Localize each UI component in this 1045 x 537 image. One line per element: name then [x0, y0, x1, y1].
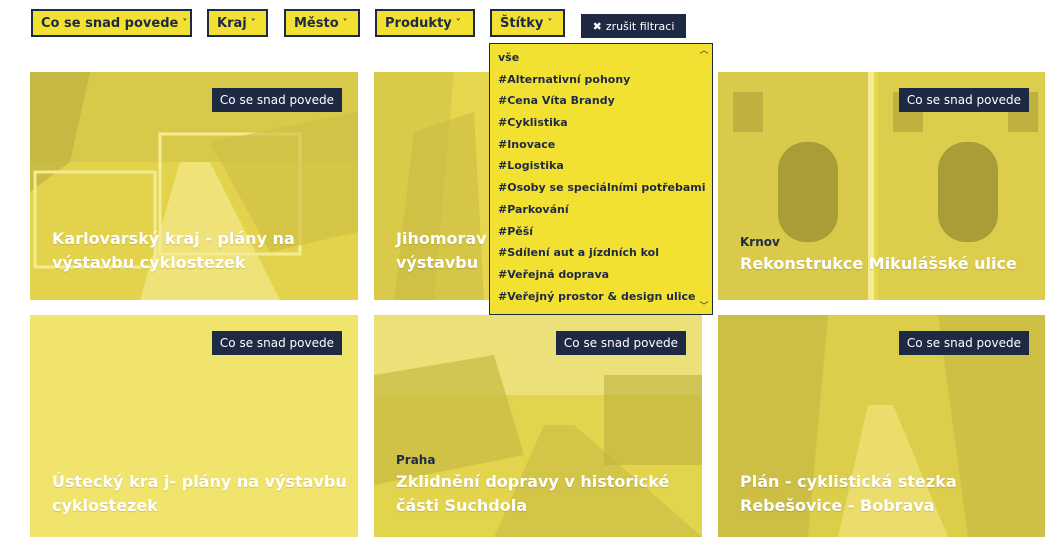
category-badge: Co se snad povede [211, 88, 342, 112]
article-title[interactable]: Rekonstrukce Mikulášské ulice [740, 252, 1035, 276]
article-card[interactable]: Co se snad povede Ústecký kra j- plány n… [30, 315, 358, 537]
category-badge: Co se snad povede [211, 331, 342, 355]
tag-option[interactable]: vše [498, 47, 712, 69]
tag-option[interactable]: #Cena Víta Brandy [498, 90, 712, 112]
tag-option[interactable]: #Veřejná doprava [498, 264, 712, 286]
filter-city-label: Město [294, 15, 339, 31]
filter-success-label: Co se snad povede [41, 15, 179, 31]
close-icon: ✖ [592, 19, 602, 33]
chevron-down-icon: ˅ [182, 17, 188, 29]
tags-list: vše #Alternativní pohony #Cena Víta Bran… [490, 44, 712, 307]
filter-products-label: Produkty [385, 15, 452, 31]
filter-success-button[interactable]: Co se snad povede ˅ [31, 9, 192, 37]
tag-option[interactable]: #Cyklistika [498, 112, 712, 134]
article-card[interactable]: Co se snad povede Krnov Rekonstrukce Mik… [718, 72, 1045, 300]
tag-option[interactable]: #Veřejný prostor & design ulice [498, 286, 712, 308]
article-card[interactable]: Co se snad povede Plán - cyklistická ste… [718, 315, 1045, 537]
article-card[interactable]: Co se snad povede Karlovarský kraj - plá… [30, 72, 358, 300]
tag-option[interactable]: #Inovace [498, 134, 712, 156]
article-title[interactable]: Ústecký kra j- plány na výstavbu cyklost… [52, 470, 348, 518]
clear-filter-button[interactable]: ✖ zrušit filtraci [581, 14, 686, 38]
tags-dropdown[interactable]: vše #Alternativní pohony #Cena Víta Bran… [489, 43, 713, 315]
chevron-down-icon: ˅ [455, 17, 461, 29]
article-title[interactable]: Jihomorav výstavbu [396, 227, 496, 275]
article-title[interactable]: Karlovarský kraj - plány na výstavbu cyk… [52, 227, 348, 275]
chevron-down-icon: ˅ [547, 17, 553, 29]
tag-option[interactable]: #Logistika [498, 155, 712, 177]
scroll-down-icon[interactable]: ﹀ [698, 301, 710, 313]
chevron-down-icon: ˅ [342, 17, 348, 29]
category-badge: Co se snad povede [555, 331, 686, 355]
clear-filter-label: zrušit filtraci [605, 19, 675, 33]
filter-region-button[interactable]: Kraj ˅ [207, 9, 268, 37]
chevron-down-icon: ˅ [250, 17, 256, 29]
tag-option[interactable]: #Parkování [498, 199, 712, 221]
filter-region-label: Kraj [217, 15, 247, 31]
article-card[interactable]: Co se snad povede Praha Zklidnění doprav… [374, 315, 702, 537]
tag-option[interactable]: #Pěší [498, 221, 712, 243]
tag-option[interactable]: #Alternativní pohony [498, 69, 712, 91]
category-badge: Co se snad povede [898, 88, 1029, 112]
article-city: Krnov [740, 235, 780, 249]
filter-city-button[interactable]: Město ˅ [284, 9, 360, 37]
filter-tags-label: Štítky [500, 15, 544, 31]
filter-products-button[interactable]: Produkty ˅ [375, 9, 475, 37]
tag-option[interactable]: #Sdílení aut a jízdních kol [498, 242, 712, 264]
tag-option[interactable]: #Osoby se speciálními potřebami [498, 177, 712, 199]
filter-tags-button[interactable]: Štítky ˅ [490, 9, 565, 37]
category-badge: Co se snad povede [898, 331, 1029, 355]
scroll-up-icon[interactable]: ︿ [698, 45, 710, 57]
article-city: Praha [396, 453, 436, 467]
article-title[interactable]: Zklidnění dopravy v historické části Suc… [396, 470, 692, 518]
article-title[interactable]: Plán - cyklistická stezka Rebešovice - B… [740, 470, 1035, 518]
